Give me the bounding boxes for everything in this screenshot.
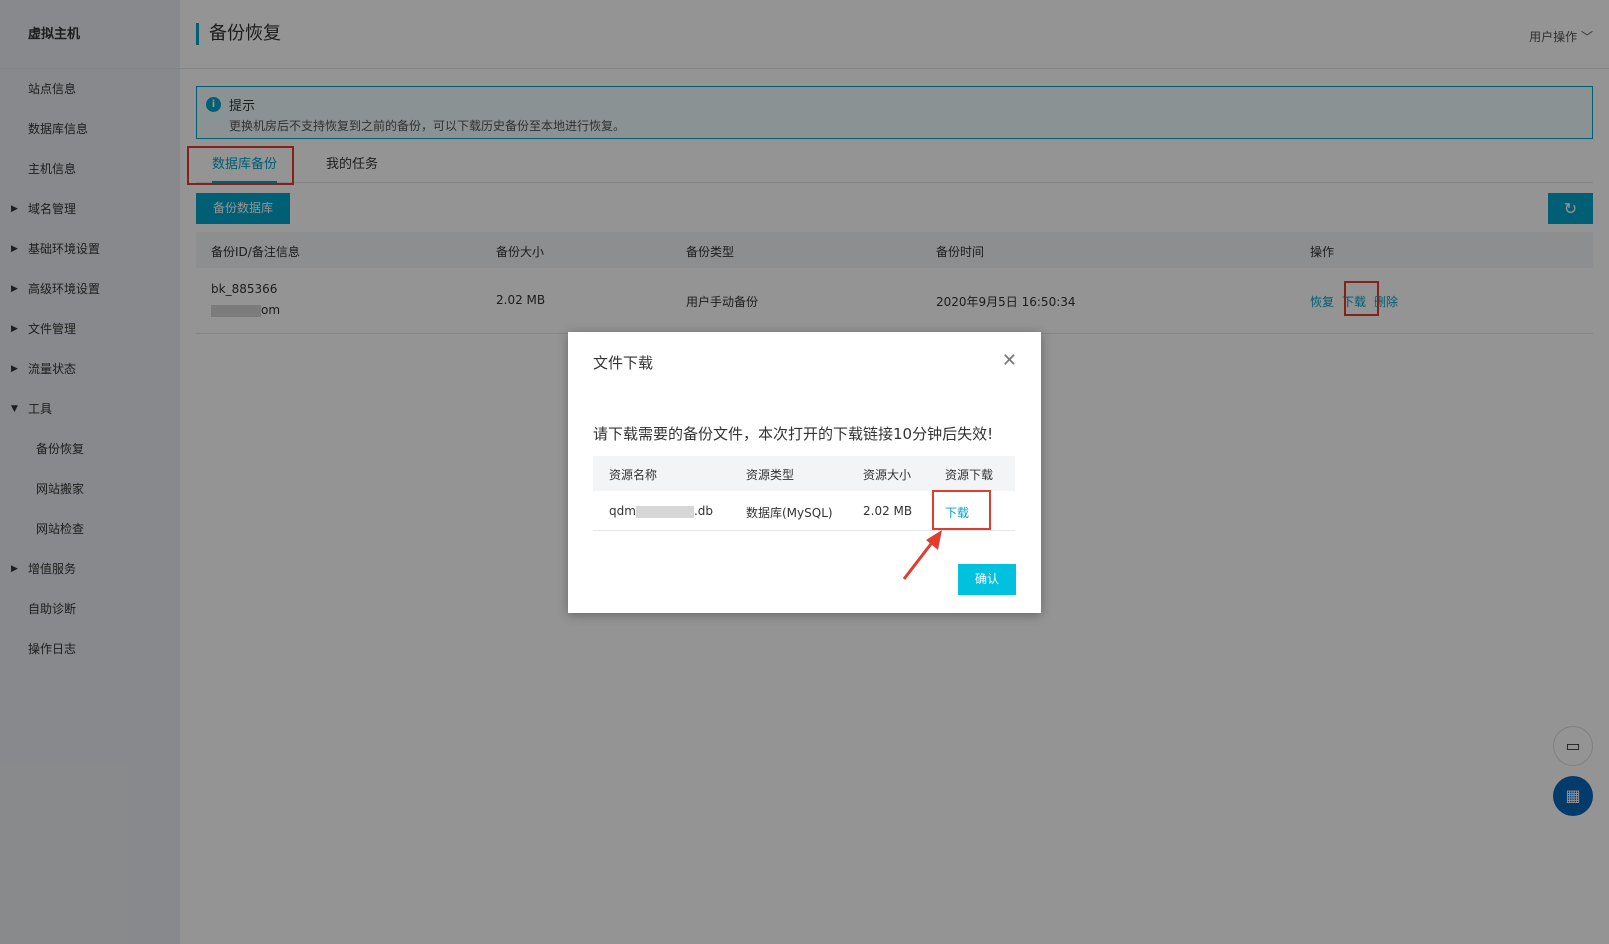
close-icon[interactable]: ✕: [1002, 350, 1017, 371]
col-header-res-size: 资源大小: [863, 468, 912, 482]
redacted-block: [635, 505, 694, 518]
col-header-res-download: 资源下载: [945, 468, 994, 482]
resource-name-prefix: qdm: [609, 504, 636, 518]
resource-name-suffix: .db: [693, 504, 713, 518]
resource-table-header: 资源名称 资源类型 资源大小 资源下载: [593, 456, 1015, 491]
col-header-res-type: 资源类型: [746, 468, 795, 482]
modal-message: 请下载需要的备份文件，本次打开的下载链接10分钟后失效!: [593, 425, 994, 443]
resource-type: 数据库(MySQL): [746, 506, 833, 520]
resource-size: 2.02 MB: [863, 504, 913, 518]
resource-name: qdm .db: [609, 504, 713, 518]
annotation-arrow-icon: [902, 530, 942, 580]
file-download-modal: 文件下载 ✕ 请下载需要的备份文件，本次打开的下载链接10分钟后失效! 资源名称…: [568, 332, 1041, 613]
confirm-button[interactable]: 确认: [958, 564, 1016, 595]
highlight-box-modal-download: [932, 490, 991, 530]
modal-title: 文件下载: [593, 354, 654, 372]
col-header-name: 资源名称: [609, 468, 658, 482]
